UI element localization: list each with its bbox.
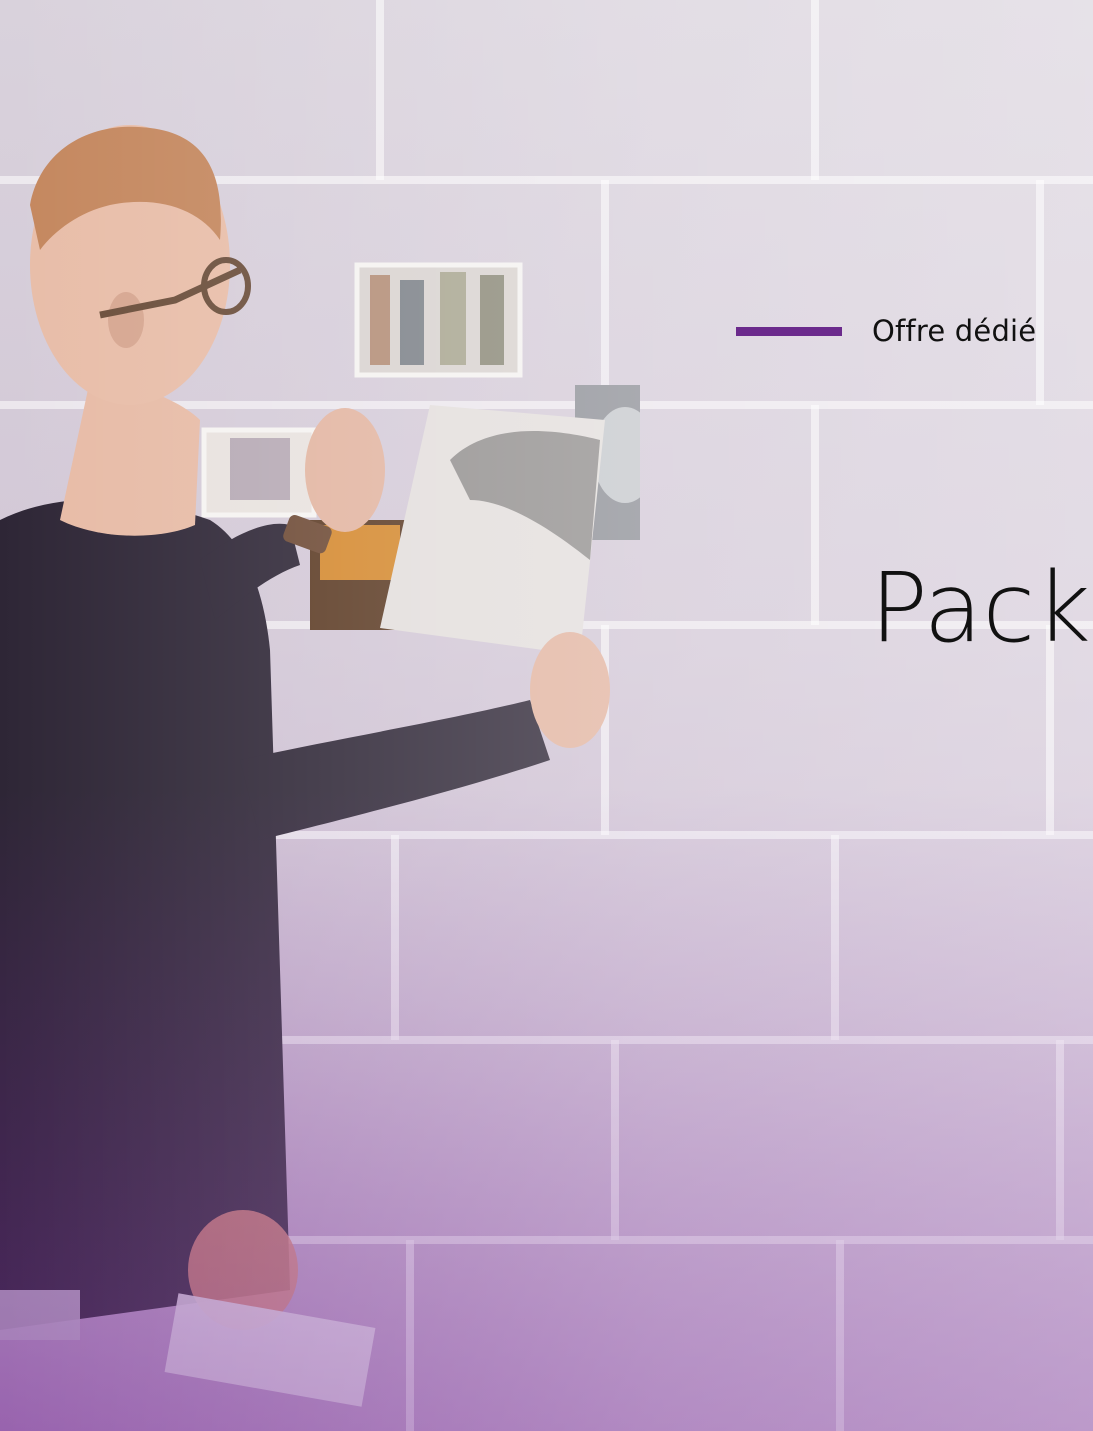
person-pinning-photos-illustration	[0, 125, 640, 1407]
eyebrow: Offre dédié	[736, 305, 1036, 357]
accent-line	[736, 326, 842, 336]
hero-banner: Offre dédié Pack’	[0, 0, 1093, 1431]
eyebrow-text: Offre dédié	[872, 314, 1037, 348]
headline: Pack’	[870, 552, 1093, 664]
